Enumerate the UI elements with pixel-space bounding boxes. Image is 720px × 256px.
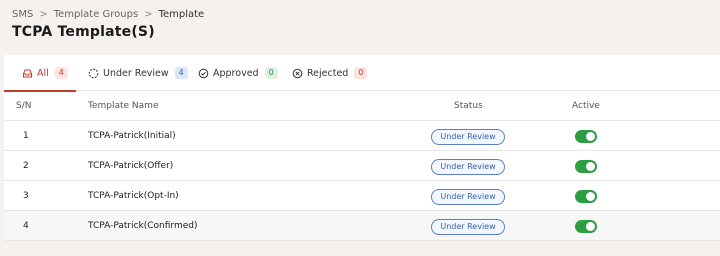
template-name[interactable]: TCPA-Patrick(Opt-In) (88, 191, 179, 201)
status-badge: Under Review (431, 219, 505, 235)
x-circle-icon (292, 68, 303, 79)
toggle-knob (586, 192, 595, 201)
active-toggle[interactable] (575, 220, 597, 233)
breadcrumb-separator: > (144, 9, 153, 20)
tab-approved-count: 0 (264, 67, 278, 79)
dashed-circle-icon (88, 68, 99, 79)
column-header-active: Active (572, 101, 600, 111)
table-header: S/N Template Name Status Active (4, 91, 720, 121)
row-sn: 4 (23, 221, 29, 231)
breadcrumb-separator: > (39, 9, 48, 20)
status-badge: Under Review (431, 129, 505, 145)
breadcrumb-item-template-groups[interactable]: Template Groups (54, 9, 138, 20)
active-toggle[interactable] (575, 130, 597, 143)
templates-panel: All 4 Under Review 4 Approved 0 Rejected… (4, 55, 720, 241)
tab-rejected-count: 0 (354, 67, 368, 79)
status-tabs: All 4 Under Review 4 Approved 0 Rejected… (4, 55, 720, 92)
table-row[interactable]: 4 TCPA-Patrick(Confirmed) Under Review (4, 211, 720, 241)
row-sn: 3 (23, 191, 29, 201)
inbox-icon (22, 68, 33, 79)
check-circle-icon (198, 68, 209, 79)
toggle-knob (586, 162, 595, 171)
breadcrumb-item-sms[interactable]: SMS (12, 9, 33, 20)
toggle-knob (586, 222, 595, 231)
tab-rejected-label: Rejected (307, 67, 349, 79)
column-header-sn: S/N (16, 101, 32, 111)
table-row[interactable]: 1 TCPA-Patrick(Initial) Under Review (4, 121, 720, 151)
template-name[interactable]: TCPA-Patrick(Offer) (88, 161, 173, 171)
table-row[interactable]: 2 TCPA-Patrick(Offer) Under Review (4, 151, 720, 181)
active-toggle[interactable] (575, 190, 597, 203)
tab-approved-label: Approved (213, 67, 259, 79)
tab-under-review-count: 4 (174, 67, 188, 79)
active-toggle[interactable] (575, 160, 597, 173)
status-badge: Under Review (431, 159, 505, 175)
tab-all[interactable]: All 4 (4, 55, 76, 92)
table-row[interactable]: 3 TCPA-Patrick(Opt-In) Under Review (4, 181, 720, 211)
tab-under-review[interactable]: Under Review 4 (88, 55, 188, 91)
toggle-knob (586, 132, 595, 141)
tab-all-label: All (37, 67, 49, 79)
breadcrumb: SMS > Template Groups > Template (12, 9, 204, 20)
row-sn: 1 (23, 131, 29, 141)
tab-rejected[interactable]: Rejected 0 (292, 55, 368, 91)
tab-approved[interactable]: Approved 0 (198, 55, 278, 91)
template-name[interactable]: TCPA-Patrick(Confirmed) (88, 221, 198, 231)
column-header-status: Status (454, 101, 483, 111)
page-title: TCPA Template(S) (12, 24, 155, 40)
breadcrumb-item-template: Template (158, 9, 205, 20)
tab-under-review-label: Under Review (103, 67, 169, 79)
template-name[interactable]: TCPA-Patrick(Initial) (88, 131, 176, 141)
row-sn: 2 (23, 161, 29, 171)
column-header-template-name: Template Name (88, 101, 159, 111)
tab-all-count: 4 (54, 67, 68, 79)
status-badge: Under Review (431, 189, 505, 205)
